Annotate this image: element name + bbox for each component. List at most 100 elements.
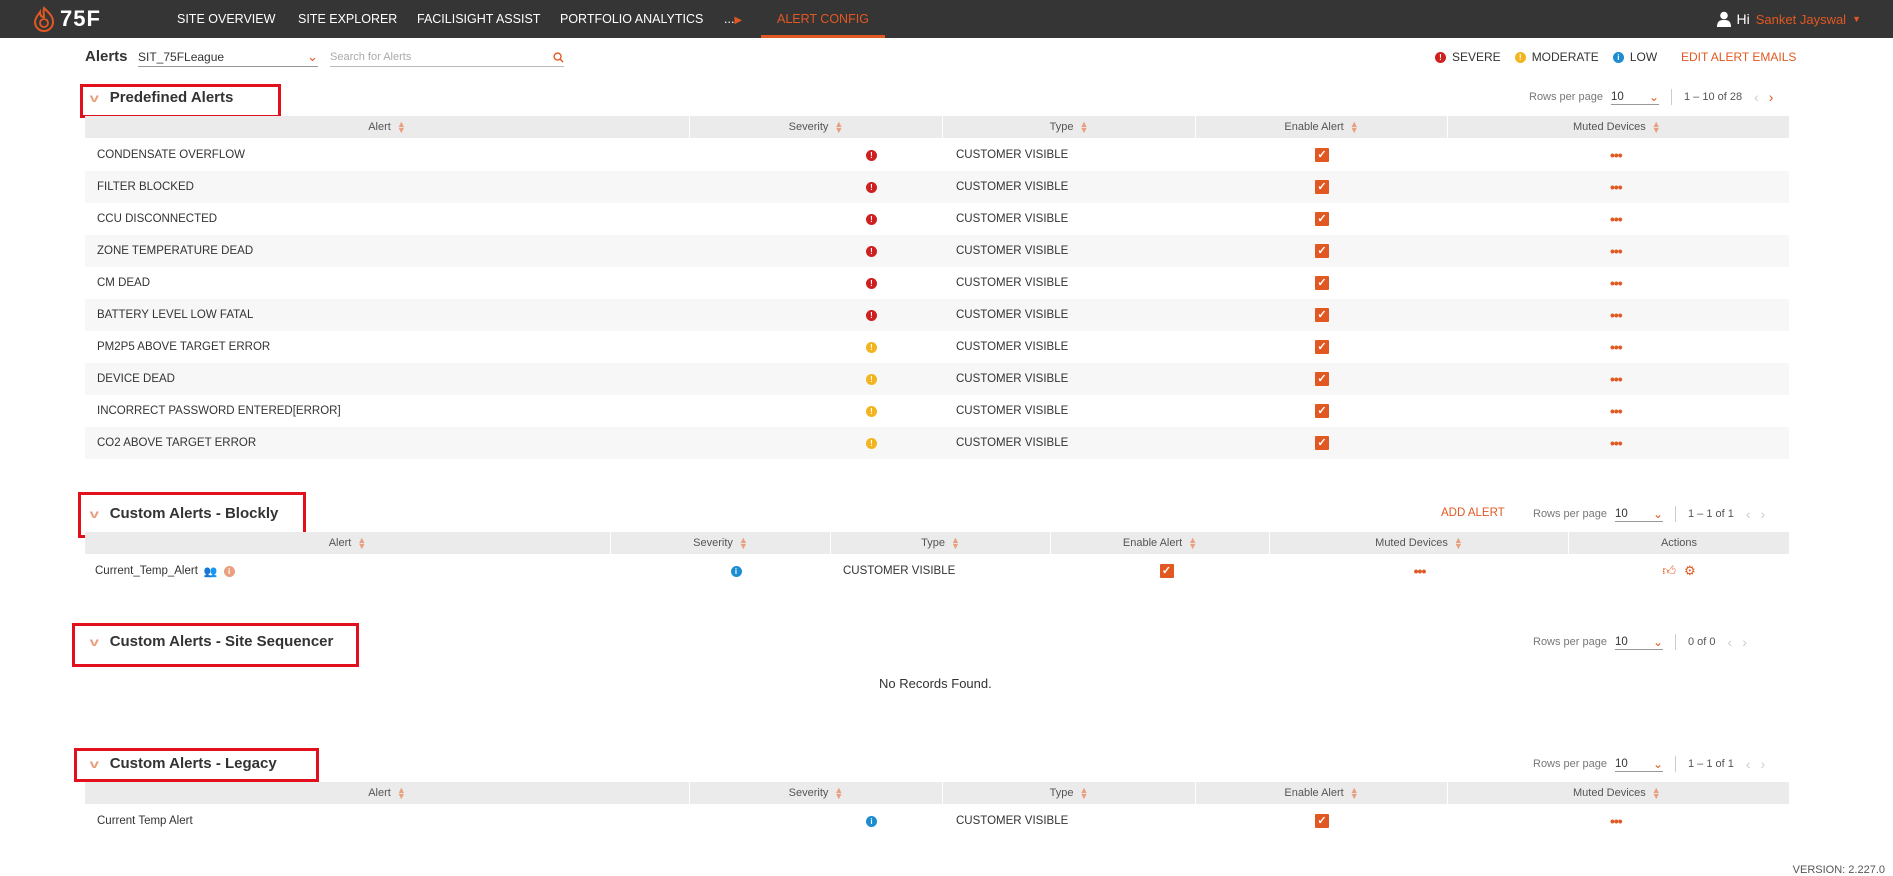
table-row[interactable]: Current Temp Alert i CUSTOMER VISIBLE ✓ •••: [85, 805, 1789, 837]
next-page-icon[interactable]: ›: [1769, 89, 1784, 105]
next-page-icon[interactable]: ›: [1761, 756, 1776, 772]
col-muted[interactable]: Muted Devices ▲ ▼: [1448, 782, 1789, 804]
table-row[interactable]: DEVICE DEAD! CUSTOMER VISIBLE ✓ •••: [85, 363, 1789, 395]
col-muted[interactable]: Muted Devices ▲ ▼: [1270, 532, 1569, 554]
more-dots-icon[interactable]: •••: [1610, 436, 1623, 450]
col-enable[interactable]: Enable Alert ▲ ▼: [1051, 532, 1270, 554]
col-label: Severity: [788, 787, 829, 799]
enable-alert-checkbox[interactable]: ✓: [1315, 814, 1329, 828]
nav-alert-config[interactable]: ALERT CONFIG: [761, 0, 885, 38]
info-icon[interactable]: i: [223, 565, 235, 577]
enable-alert-checkbox[interactable]: ✓: [1315, 276, 1329, 290]
search-input[interactable]: Search for Alerts: [330, 48, 564, 67]
enable-alert-checkbox[interactable]: ✓: [1315, 308, 1329, 322]
more-dots-icon[interactable]: •••: [1610, 244, 1623, 258]
more-dots-icon[interactable]: •••: [1610, 308, 1623, 322]
more-dots-icon[interactable]: •••: [1610, 404, 1623, 418]
user-menu[interactable]: Hi Sanket Jayswal ▼: [1716, 0, 1861, 38]
col-severity[interactable]: Severity ▲ ▼: [690, 116, 943, 138]
col-severity[interactable]: Severity ▲ ▼: [611, 532, 831, 554]
alert-name: CCU DISCONNECTED: [97, 213, 218, 225]
muted-cell: •••: [1448, 203, 1789, 235]
table-row[interactable]: ZONE TEMPERATURE DEAD! CUSTOMER VISIBLE ✓ •…: [85, 235, 1789, 267]
col-alert[interactable]: Alert ▲ ▼: [85, 116, 690, 138]
enable-alert-checkbox[interactable]: ✓: [1315, 180, 1329, 194]
add-alert-button[interactable]: ADD ALERT: [1441, 507, 1505, 519]
next-page-icon[interactable]: ›: [1761, 506, 1776, 522]
nav-site-overview[interactable]: SITE OVERVIEW: [177, 0, 275, 38]
table-row[interactable]: FILTER BLOCKED! CUSTOMER VISIBLE ✓ •••: [85, 171, 1789, 203]
more-dots-icon[interactable]: •••: [1610, 372, 1623, 386]
more-dots-icon[interactable]: •••: [1610, 180, 1623, 194]
section-title: Custom Alerts - Legacy: [109, 755, 277, 772]
table-row[interactable]: PM2P5 ABOVE TARGET ERROR! CUSTOMER VISIBL…: [85, 331, 1789, 363]
severity-cell: !: [690, 299, 943, 331]
next-page-icon[interactable]: ›: [1742, 634, 1757, 650]
col-type[interactable]: Type ▲ ▼: [831, 532, 1051, 554]
prev-page-icon[interactable]: ‹: [1746, 506, 1761, 522]
site-select[interactable]: SIT_75FLeague ⌄: [138, 48, 318, 67]
sort-icon: ▲ ▼: [1079, 119, 1089, 135]
site-select-value: SIT_75FLeague: [138, 50, 225, 64]
section-toggle-predefined[interactable]: v Predefined Alerts: [90, 89, 234, 106]
enable-alert-checkbox[interactable]: ✓: [1315, 212, 1329, 226]
nav-facilisight-assist[interactable]: FACILISIGHT ASSIST: [417, 0, 540, 38]
enable-alert-checkbox[interactable]: ✓: [1315, 372, 1329, 386]
more-dots-icon[interactable]: •••: [1610, 814, 1623, 828]
rows-per-page-select[interactable]: 10 ⌄: [1611, 90, 1659, 105]
table-row[interactable]: CO2 ABOVE TARGET ERROR! CUSTOMER VISIBLE ✓…: [85, 427, 1789, 459]
table-row[interactable]: CCU DISCONNECTED! CUSTOMER VISIBLE ✓ •••: [85, 203, 1789, 235]
nav-more[interactable]: ...▶: [724, 0, 742, 38]
sort-icon: ▲ ▼: [834, 785, 844, 801]
enable-alert-checkbox[interactable]: ✓: [1315, 340, 1329, 354]
col-severity[interactable]: Severity ▲ ▼: [690, 782, 943, 804]
col-enable[interactable]: Enable Alert ▲ ▼: [1196, 782, 1448, 804]
enable-alert-checkbox[interactable]: ✓: [1315, 404, 1329, 418]
rows-per-page-select[interactable]: 10 ⌄: [1615, 635, 1663, 650]
nav-site-explorer[interactable]: SITE EXPLORER: [298, 0, 397, 38]
table-row[interactable]: Current_Temp_Alert 👥 i i CUSTOMER VISIBL…: [85, 555, 1789, 587]
brand-logo[interactable]: 75F: [32, 4, 101, 34]
more-dots-icon[interactable]: •••: [1610, 276, 1623, 290]
col-actions: Actions: [1569, 532, 1789, 554]
col-muted[interactable]: Muted Devices ▲ ▼: [1448, 116, 1789, 138]
pager-arrows: ‹›: [1728, 634, 1757, 650]
prev-page-icon[interactable]: ‹: [1754, 89, 1769, 105]
enable-cell: ✓: [1196, 363, 1448, 395]
section-toggle-sequencer[interactable]: v Custom Alerts - Site Sequencer: [90, 633, 334, 650]
divider: [1675, 506, 1676, 522]
thumbs-up-icon[interactable]: 👍︎: [1662, 563, 1676, 579]
rows-per-page-select[interactable]: 10 ⌄: [1615, 507, 1663, 522]
section-toggle-blockly[interactable]: v Custom Alerts - Blockly: [90, 505, 279, 522]
more-dots-icon[interactable]: •••: [1610, 148, 1623, 162]
col-label: Type: [1049, 121, 1074, 133]
col-alert[interactable]: Alert ▲ ▼: [85, 782, 690, 804]
enable-alert-checkbox[interactable]: ✓: [1315, 436, 1329, 450]
table-row[interactable]: CONDENSATE OVERFLOW! CUSTOMER VISIBLE ✓ •••: [85, 139, 1789, 171]
prev-page-icon[interactable]: ‹: [1746, 756, 1761, 772]
col-type[interactable]: Type ▲ ▼: [943, 116, 1196, 138]
rows-per-page-select[interactable]: 10 ⌄: [1615, 757, 1663, 772]
gear-icon[interactable]: ⚙: [1684, 563, 1696, 579]
table-row[interactable]: INCORRECT PASSWORD ENTERED[ERROR]! CUSTOM…: [85, 395, 1789, 427]
nav-portfolio-analytics[interactable]: PORTFOLIO ANALYTICS: [560, 0, 703, 38]
enable-alert-checkbox[interactable]: ✓: [1315, 244, 1329, 258]
enable-alert-checkbox[interactable]: ✓: [1315, 148, 1329, 162]
type-cell: CUSTOMER VISIBLE: [843, 565, 956, 577]
severe-severity-icon: !: [866, 245, 877, 257]
more-dots-icon[interactable]: •••: [1610, 340, 1623, 354]
table-row[interactable]: CM DEAD! CUSTOMER VISIBLE ✓ •••: [85, 267, 1789, 299]
divider: [1675, 634, 1676, 650]
prev-page-icon[interactable]: ‹: [1728, 634, 1743, 650]
table-row[interactable]: BATTERY LEVEL LOW FATAL! CUSTOMER VISIBLE…: [85, 299, 1789, 331]
range-label: 0 of 0: [1688, 636, 1716, 648]
enable-alert-checkbox[interactable]: ✓: [1159, 564, 1174, 578]
enable-cell: ✓: [1196, 395, 1448, 427]
more-dots-icon[interactable]: •••: [1414, 564, 1427, 578]
col-alert[interactable]: Alert ▲ ▼: [85, 532, 611, 554]
col-type[interactable]: Type ▲ ▼: [943, 782, 1196, 804]
col-enable[interactable]: Enable Alert ▲ ▼: [1196, 116, 1448, 138]
section-toggle-legacy[interactable]: v Custom Alerts - Legacy: [90, 755, 277, 772]
edit-alert-emails-link[interactable]: EDIT ALERT EMAILS: [1681, 50, 1796, 64]
more-dots-icon[interactable]: •••: [1610, 212, 1623, 226]
